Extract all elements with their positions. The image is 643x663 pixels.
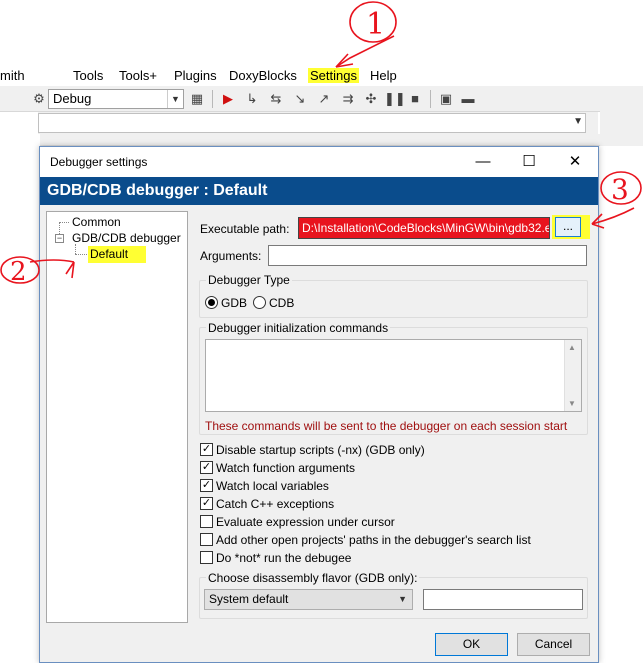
debug-toolbar: ⚙ Debug ▼ ▦ ▶ ↳ ⇆ ↘ ↗ ⇉ ✣ ❚❚ ■ ▣ ▬	[0, 86, 600, 112]
minimize-button[interactable]: —	[460, 147, 506, 177]
debug-start-icon[interactable]: ▶	[219, 90, 237, 108]
disassembly-flavor-select[interactable]: System default ▼	[204, 589, 413, 610]
step-instruction-icon[interactable]: ✣	[362, 90, 380, 108]
checkbox-do-not-run-debugee[interactable]	[200, 551, 213, 564]
scroll-up-icon[interactable]: ▲	[568, 343, 576, 352]
radio-gdb-label[interactable]: GDB	[221, 296, 247, 310]
tree-item-common[interactable]: Common	[72, 215, 121, 229]
executable-path-input[interactable]: D:\Installation\CodeBlocks\MinGW\bin\gdb…	[298, 217, 550, 239]
build-target-select[interactable]: Debug ▼	[48, 89, 184, 109]
annotation-number-2: 2	[10, 257, 27, 287]
settings-header: GDB/CDB debugger : Default	[40, 177, 598, 205]
toolbar-separator	[430, 90, 431, 108]
step-into-icon[interactable]: ↘	[291, 90, 309, 108]
collapse-icon[interactable]: −	[55, 234, 64, 243]
debug-windows-icon[interactable]: ▣	[437, 90, 455, 108]
scrollbar[interactable]	[600, 86, 643, 146]
radio-gdb[interactable]	[205, 296, 218, 309]
checkbox-watch-local-variables[interactable]: ✓	[200, 479, 213, 492]
chevron-down-icon: ▼	[398, 594, 407, 604]
checkbox-catch-cpp-exceptions[interactable]: ✓	[200, 497, 213, 510]
init-commands-textarea[interactable]: ▲ ▼	[205, 339, 582, 412]
cancel-button[interactable]: Cancel	[517, 633, 590, 656]
menu-item-smith[interactable]: mith	[0, 68, 25, 83]
checkbox-label[interactable]: Catch C++ exceptions	[216, 497, 334, 511]
tree-connector	[75, 244, 76, 254]
close-button[interactable]: ✕	[552, 147, 598, 177]
chevron-down-icon: ▼	[573, 116, 583, 127]
checkbox-label[interactable]: Watch local variables	[216, 479, 329, 493]
scrollbar[interactable]: ▲ ▼	[564, 340, 581, 411]
code-completion-combo[interactable]: ▼	[38, 113, 586, 133]
annotation-number-1: 1	[366, 7, 385, 42]
checkbox-label[interactable]: Add other open projects' paths in the de…	[216, 533, 531, 547]
menu-item-tools-plus[interactable]: Tools+	[119, 68, 157, 83]
chevron-down-icon: ▼	[167, 90, 183, 108]
radio-cdb-label[interactable]: CDB	[269, 296, 294, 310]
tree-item-gdb-cdb-debugger[interactable]: GDB/CDB debugger	[72, 231, 181, 245]
next-instruction-icon[interactable]: ⇉	[339, 90, 357, 108]
menu-item-plugins[interactable]: Plugins	[174, 68, 217, 83]
build-target-value: Debug	[53, 91, 92, 106]
disassembly-flavor-value: System default	[209, 592, 289, 606]
stop-icon[interactable]: ■	[406, 90, 424, 108]
radio-cdb[interactable]	[253, 296, 266, 309]
dialog-title: Debugger settings	[50, 155, 148, 169]
annotation-circle-2	[0, 256, 40, 284]
checkbox-label[interactable]: Watch function arguments	[216, 461, 355, 475]
menu-item-doxyblocks[interactable]: DoxyBlocks	[229, 68, 297, 83]
checkbox-label[interactable]: Do *not* run the debugee	[216, 551, 351, 565]
step-out-icon[interactable]: ↗	[315, 90, 333, 108]
tree-item-default[interactable]: Default	[88, 246, 147, 263]
init-commands-note: These commands will be sent to the debug…	[205, 419, 568, 433]
annotation-arrow-1	[335, 35, 395, 68]
checkbox-label[interactable]: Disable startup scripts (-nx) (GDB only)	[216, 443, 425, 457]
annotation-circle-1	[349, 1, 397, 43]
target-settings-icon[interactable]: ▦	[188, 90, 206, 108]
browse-highlight: ...	[552, 215, 590, 239]
tree-connector	[59, 222, 69, 223]
toolbar-separator	[212, 90, 213, 108]
checkbox-label[interactable]: Evaluate expression under cursor	[216, 515, 395, 529]
settings-tree: Common − GDB/CDB debugger Default	[46, 211, 188, 623]
menu-item-tools[interactable]: Tools	[73, 68, 103, 83]
executable-path-label: Executable path:	[200, 222, 290, 236]
scroll-down-icon[interactable]: ▼	[568, 399, 576, 408]
gear-icon[interactable]: ⚙	[30, 90, 48, 108]
checkbox-watch-function-arguments[interactable]: ✓	[200, 461, 213, 474]
info-icon[interactable]: ▬	[459, 90, 477, 108]
arguments-label: Arguments:	[200, 249, 262, 263]
next-line-icon[interactable]: ⇆	[267, 90, 285, 108]
editor-toolbar	[40, 134, 640, 146]
debugger-type-title: Debugger Type	[206, 273, 292, 287]
right-panel	[600, 86, 643, 663]
debugger-settings-dialog: Debugger settings — ☐ ✕ GDB/CDB debugger…	[39, 146, 599, 663]
checkbox-evaluate-expression[interactable]	[200, 515, 213, 528]
pause-icon[interactable]: ❚❚	[384, 90, 406, 108]
disassembly-extra-input[interactable]	[423, 589, 583, 610]
search-toolbar: ▼	[38, 112, 598, 134]
menu-item-help[interactable]: Help	[370, 68, 397, 83]
menu-bar: mith Tools Tools+ Plugins DoxyBlocks Set…	[0, 64, 643, 86]
checkbox-disable-startup-scripts[interactable]: ✓	[200, 443, 213, 456]
tree-connector	[75, 254, 87, 255]
run-to-cursor-icon[interactable]: ↳	[243, 90, 261, 108]
disassembly-title: Choose disassembly flavor (GDB only):	[206, 571, 420, 585]
dialog-titlebar[interactable]: Debugger settings — ☐ ✕	[40, 147, 598, 177]
maximize-button[interactable]: ☐	[506, 147, 552, 177]
menu-item-settings[interactable]: Settings	[308, 68, 359, 83]
checkbox-add-project-paths[interactable]	[200, 533, 213, 546]
arguments-input[interactable]	[268, 245, 587, 266]
init-commands-title: Debugger initialization commands	[206, 321, 391, 335]
browse-button[interactable]: ...	[555, 217, 581, 237]
ok-button[interactable]: OK	[435, 633, 508, 656]
